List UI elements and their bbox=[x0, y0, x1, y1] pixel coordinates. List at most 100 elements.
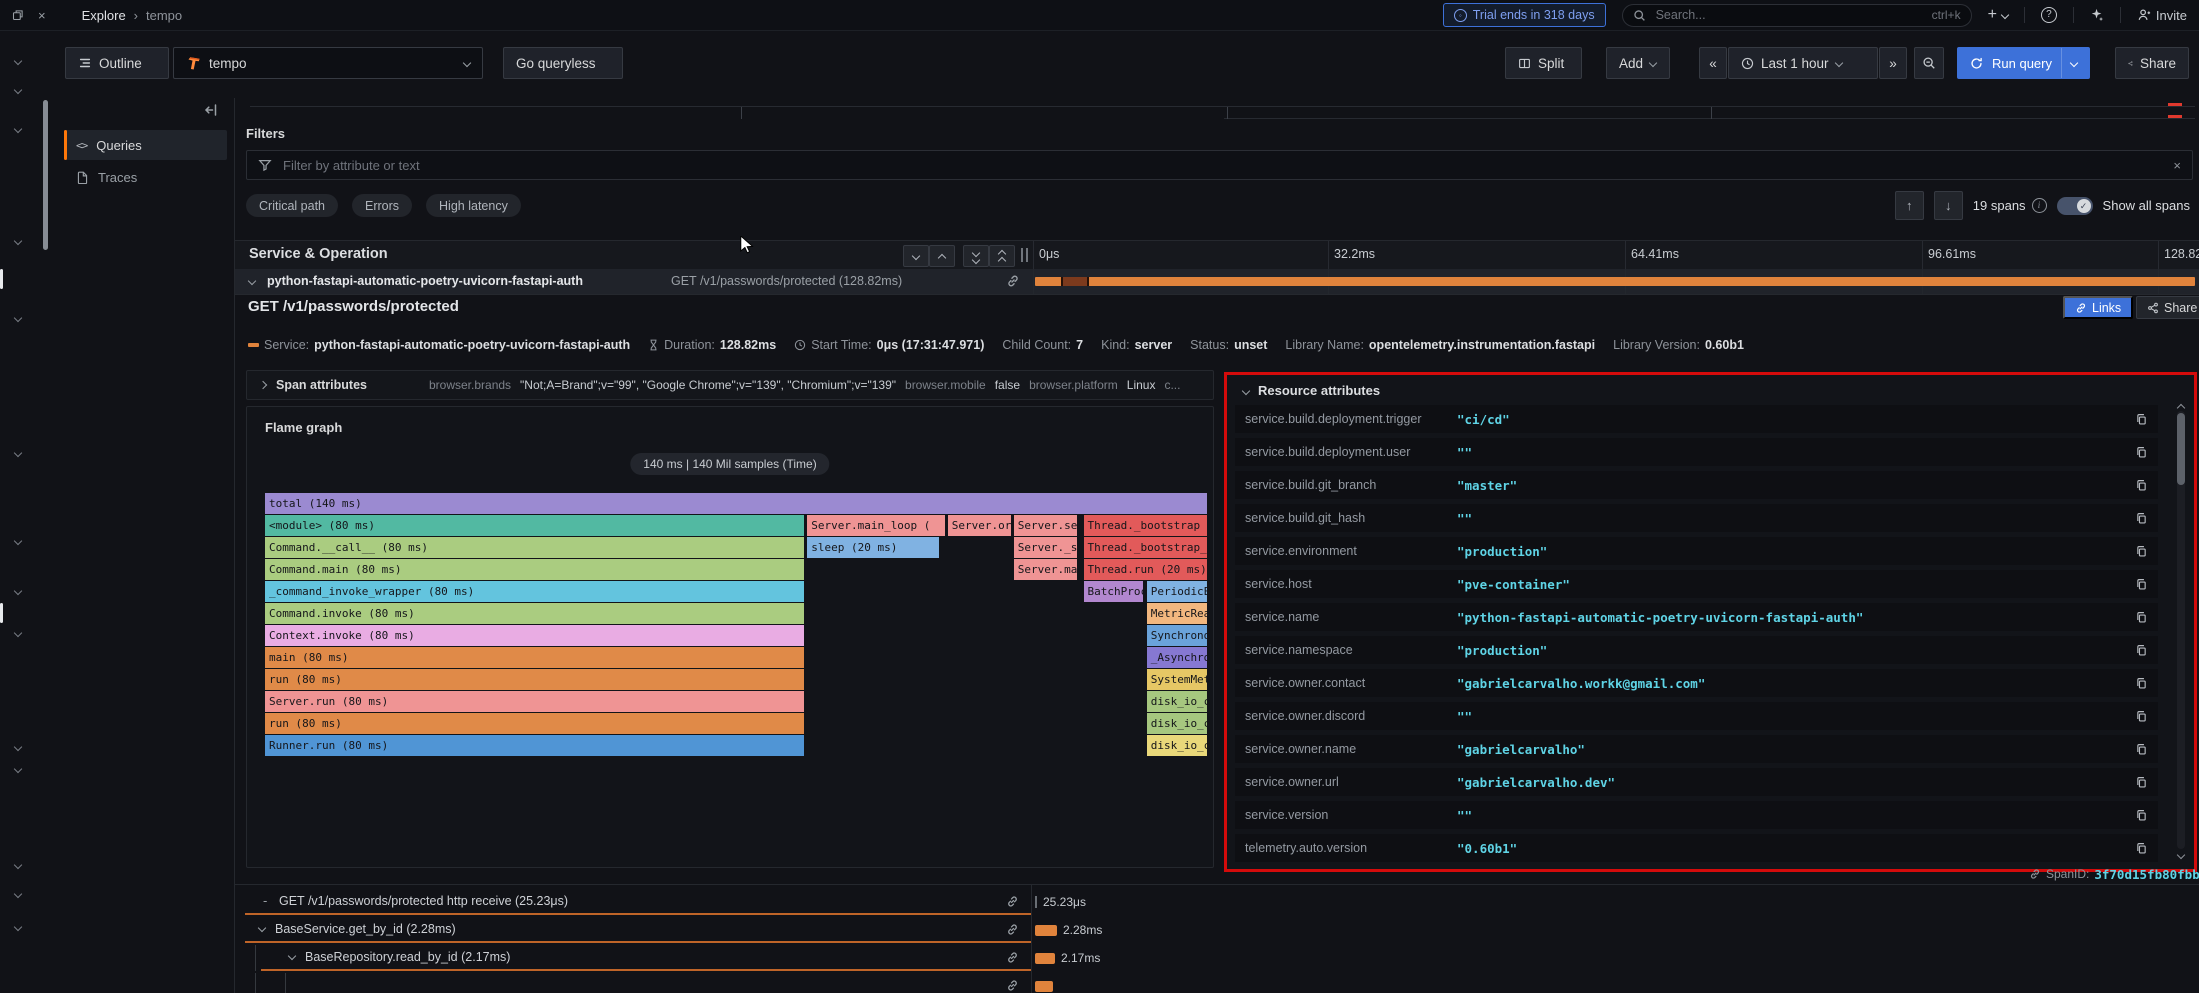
chevron-down-icon[interactable] bbox=[14, 629, 22, 637]
copy-icon[interactable] bbox=[2135, 710, 2148, 723]
chevron-down-icon[interactable] bbox=[14, 743, 22, 751]
invite-button[interactable]: Invite bbox=[2137, 8, 2187, 23]
chevron-down-icon[interactable] bbox=[14, 587, 22, 595]
resource-attributes-header[interactable]: Resource attributes bbox=[1243, 383, 1380, 398]
flame-segment[interactable]: Server.se bbox=[1014, 515, 1077, 536]
flame-segment[interactable]: MetricRea bbox=[1147, 603, 1207, 624]
copy-icon[interactable] bbox=[2135, 479, 2148, 492]
flame-segment[interactable]: _command_invoke_wrapper (80 ms) bbox=[265, 581, 804, 602]
flame-segment[interactable]: BatchProc bbox=[1084, 581, 1143, 602]
time-shift-back-button[interactable]: « bbox=[1699, 47, 1727, 79]
filter-chip-critical-path[interactable]: Critical path bbox=[246, 194, 338, 217]
child-span-row[interactable] bbox=[235, 973, 2199, 993]
chevron-down-icon[interactable] bbox=[14, 537, 22, 545]
flame-segment[interactable]: total (140 ms) bbox=[265, 493, 1207, 514]
copy-icon[interactable] bbox=[2135, 776, 2148, 789]
link-icon[interactable] bbox=[1006, 951, 1019, 964]
chevron-down-icon[interactable] bbox=[14, 890, 22, 898]
time-shift-forward-button[interactable]: » bbox=[1879, 47, 1907, 79]
copy-icon[interactable] bbox=[2135, 512, 2148, 525]
expand-one-button[interactable] bbox=[929, 245, 955, 267]
flame-segment[interactable]: Command.invoke (80 ms) bbox=[265, 603, 804, 624]
flame-segment[interactable]: <module> (80 ms) bbox=[265, 515, 804, 536]
expand-all-button[interactable] bbox=[989, 245, 1015, 267]
split-button[interactable]: Split bbox=[1505, 47, 1582, 79]
chevron-down-icon[interactable] bbox=[14, 86, 22, 94]
scroll-down-icon[interactable] bbox=[2178, 846, 2184, 861]
flame-segment[interactable]: Server.ma bbox=[1014, 559, 1077, 580]
chevron-down-icon[interactable] bbox=[14, 57, 22, 65]
flame-segment[interactable]: disk_io_c bbox=[1147, 691, 1207, 712]
flame-segment[interactable]: Thread._bootstrap bbox=[1084, 515, 1207, 536]
chevron-down-icon[interactable] bbox=[14, 237, 22, 245]
go-queryless-button[interactable]: Go queryless bbox=[503, 47, 623, 79]
global-search[interactable]: ctrl+k bbox=[1622, 4, 1972, 27]
flame-segment[interactable]: Synchrono bbox=[1147, 625, 1207, 646]
flame-segment[interactable]: main (80 ms) bbox=[265, 647, 804, 668]
rail-scrollbar[interactable] bbox=[43, 100, 48, 250]
caret-down-icon[interactable] bbox=[2070, 59, 2078, 67]
share-button[interactable]: Share bbox=[2115, 47, 2189, 79]
info-icon[interactable]: i bbox=[2032, 198, 2047, 213]
sidebar-item-traces[interactable]: Traces bbox=[64, 162, 227, 192]
links-button[interactable]: Links bbox=[2063, 296, 2133, 319]
run-query-button[interactable]: Run query bbox=[1957, 47, 2090, 79]
chevron-down-icon[interactable] bbox=[248, 277, 256, 285]
chevron-down-icon[interactable] bbox=[14, 125, 22, 133]
flame-segment[interactable]: Server.main_loop ( bbox=[807, 515, 945, 536]
flame-segment[interactable]: run (80 ms) bbox=[265, 669, 804, 690]
copy-icon[interactable] bbox=[2135, 677, 2148, 690]
flame-segment[interactable]: sleep (20 ms) bbox=[807, 537, 939, 558]
flame-segment[interactable]: Runner.run (80 ms) bbox=[265, 735, 804, 756]
flame-segment[interactable]: Command.__call__ (80 ms) bbox=[265, 537, 804, 558]
flame-segment[interactable]: Server.run (80 ms) bbox=[265, 691, 804, 712]
time-range-picker[interactable]: Last 1 hour bbox=[1728, 47, 1878, 79]
copy-icon[interactable] bbox=[2135, 413, 2148, 426]
trace-root-row[interactable]: python-fastapi-automatic-poetry-uvicorn-… bbox=[235, 269, 2199, 295]
add-new-button[interactable]: + bbox=[1988, 6, 2008, 24]
chevron-down-icon[interactable] bbox=[14, 449, 22, 457]
filter-bar[interactable]: × bbox=[246, 150, 2193, 180]
chevron-down-icon[interactable] bbox=[14, 923, 22, 931]
collapse-one-button[interactable] bbox=[903, 245, 929, 267]
chevron-down-icon[interactable] bbox=[14, 314, 22, 322]
flame-segment[interactable]: SystemMet bbox=[1147, 669, 1207, 690]
filter-chip-errors[interactable]: Errors bbox=[352, 194, 412, 217]
copy-icon[interactable] bbox=[2135, 842, 2148, 855]
flame-segment[interactable]: disk_io_c bbox=[1147, 735, 1207, 756]
span-share-button[interactable]: Share bbox=[2136, 296, 2199, 319]
breadcrumb-explore[interactable]: Explore bbox=[82, 8, 126, 23]
flame-segment[interactable]: PeriodicE bbox=[1147, 581, 1207, 602]
filter-input[interactable] bbox=[281, 157, 2164, 174]
child-span-row[interactable]: -GET /v1/passwords/protected http receiv… bbox=[235, 889, 2199, 915]
flame-segment[interactable]: Command.main (80 ms) bbox=[265, 559, 804, 580]
search-input[interactable] bbox=[1654, 7, 1924, 23]
zoom-out-button[interactable] bbox=[1914, 47, 1944, 79]
show-all-spans-toggle[interactable]: ✓ bbox=[2057, 197, 2093, 215]
flame-segment[interactable]: Thread.run (20 ms) bbox=[1084, 559, 1207, 580]
chevron-down-icon[interactable] bbox=[14, 861, 22, 869]
resource-scrollbar[interactable] bbox=[2176, 399, 2186, 861]
filter-chip-high-latency[interactable]: High latency bbox=[426, 194, 521, 217]
link-icon[interactable] bbox=[1006, 923, 1019, 936]
clear-icon[interactable]: × bbox=[2173, 158, 2181, 173]
trace-duration-bar[interactable] bbox=[1035, 277, 2195, 286]
link-icon[interactable] bbox=[1006, 979, 1019, 992]
add-button[interactable]: Add bbox=[1606, 47, 1670, 79]
copy-icon[interactable] bbox=[2135, 545, 2148, 558]
flame-segment[interactable]: Context.invoke (80 ms) bbox=[265, 625, 804, 646]
flame-segment[interactable]: Thread._bootstrap_ bbox=[1084, 537, 1207, 558]
flame-segment[interactable]: run (80 ms) bbox=[265, 713, 804, 734]
column-resize-handle[interactable] bbox=[1021, 248, 1028, 262]
span-attributes-bar[interactable]: Span attributes browser.brands"Not;A=Bra… bbox=[246, 370, 1214, 400]
next-match-button[interactable]: ↓ bbox=[1934, 191, 1963, 220]
copy-icon[interactable] bbox=[2135, 578, 2148, 591]
copy-icon[interactable] bbox=[2135, 611, 2148, 624]
breadcrumb-tempo[interactable]: tempo bbox=[146, 8, 182, 23]
outline-button[interactable]: Outline bbox=[65, 47, 169, 79]
collapse-all-button[interactable] bbox=[963, 245, 989, 267]
ai-sparkle-icon[interactable] bbox=[2090, 8, 2104, 22]
chevron-down-icon[interactable] bbox=[288, 952, 296, 960]
prev-match-button[interactable]: ↑ bbox=[1895, 191, 1924, 220]
collapse-toggle[interactable]: - bbox=[263, 893, 267, 908]
